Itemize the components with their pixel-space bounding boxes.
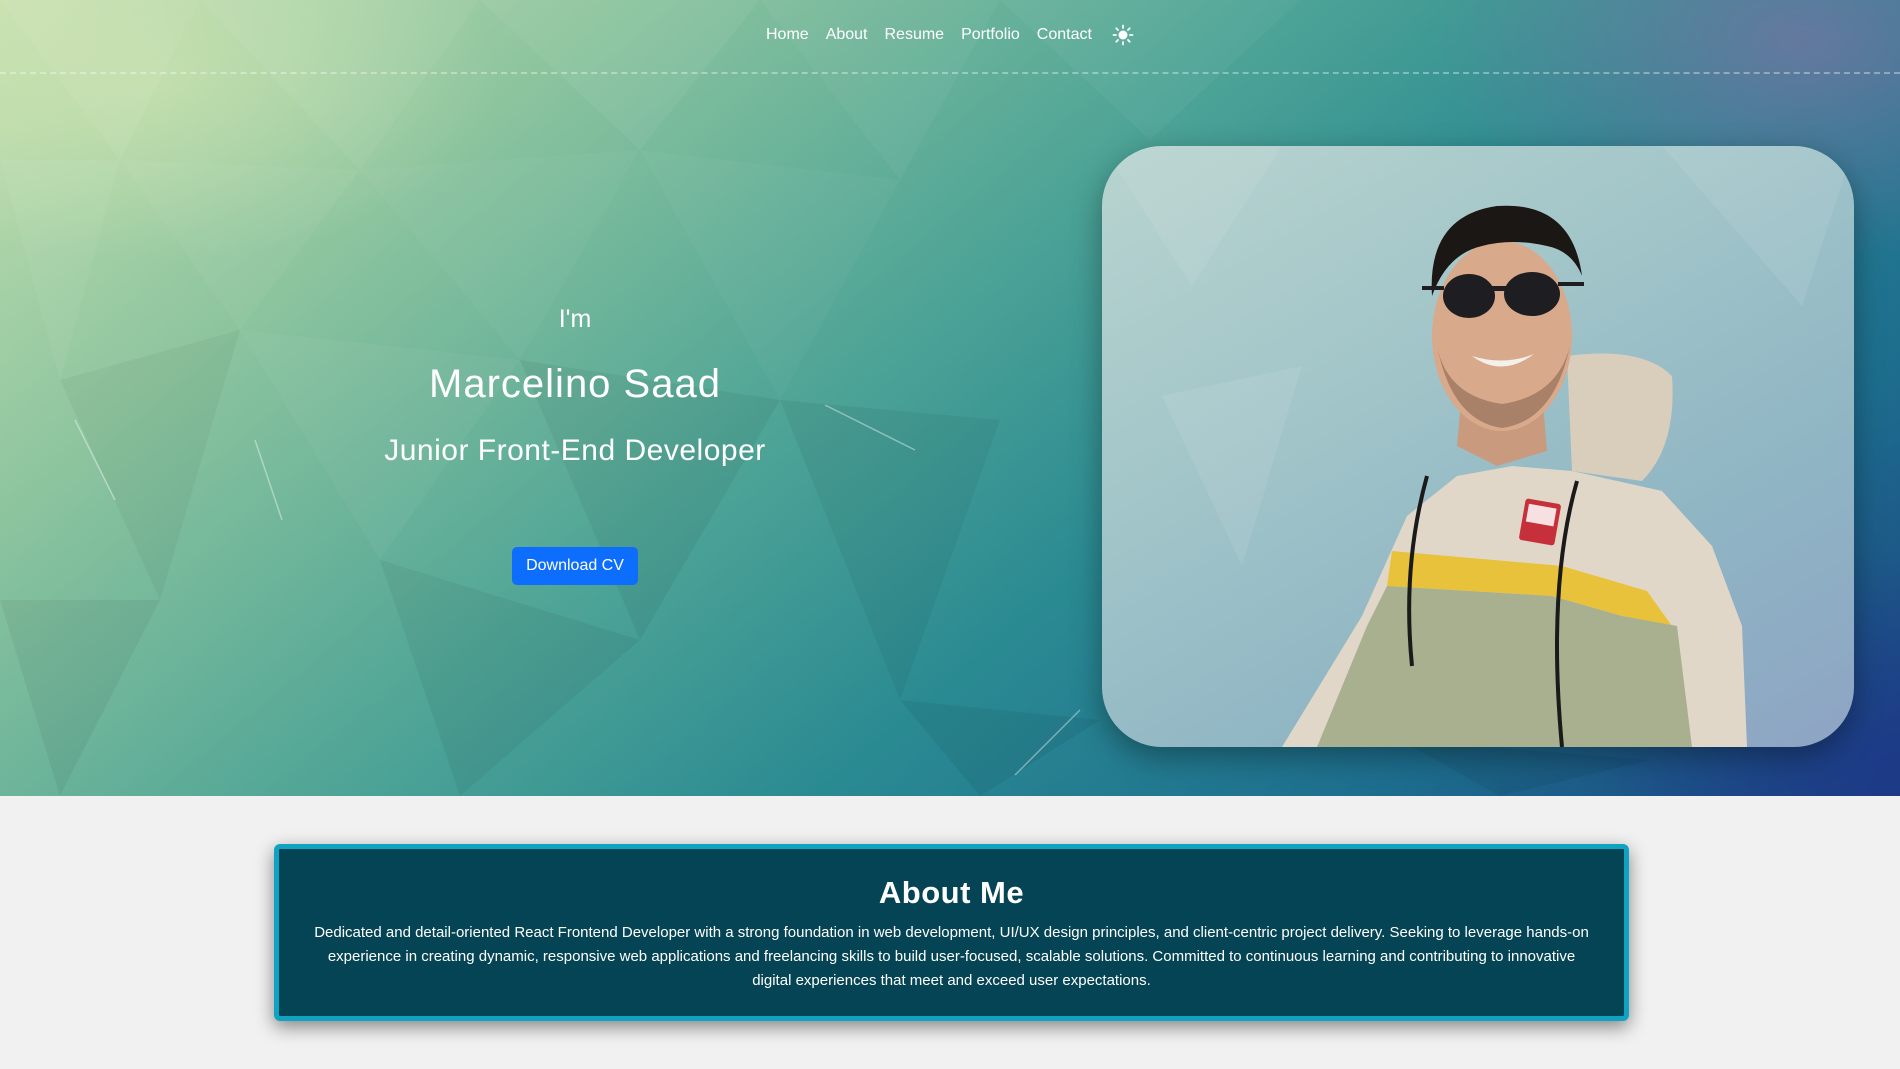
nav-link-about[interactable]: About (826, 24, 868, 46)
hero-role: Junior Front-End Developer (384, 434, 766, 467)
profile-photo (1102, 146, 1854, 747)
sun-icon[interactable] (1112, 24, 1134, 46)
about-me-card: About Me Dedicated and detail-oriented R… (274, 844, 1629, 1021)
nav-link-home[interactable]: Home (766, 24, 809, 46)
download-cv-button[interactable]: Download CV (512, 547, 638, 585)
hero-name: Marcelino Saad (429, 362, 721, 406)
top-navbar: Home About Resume Portfolio Contact (0, 0, 1900, 74)
hero-greeting: I'm (558, 305, 592, 333)
person-illustration (1102, 146, 1854, 747)
about-title: About Me (878, 875, 1025, 910)
nav-link-portfolio[interactable]: Portfolio (961, 24, 1020, 46)
about-text: Dedicated and detail-oriented React Fron… (314, 924, 1589, 989)
nav-link-contact[interactable]: Contact (1037, 24, 1092, 46)
nav-links: Home About Resume Portfolio Contact (766, 24, 1134, 46)
nav-link-resume[interactable]: Resume (885, 24, 945, 46)
